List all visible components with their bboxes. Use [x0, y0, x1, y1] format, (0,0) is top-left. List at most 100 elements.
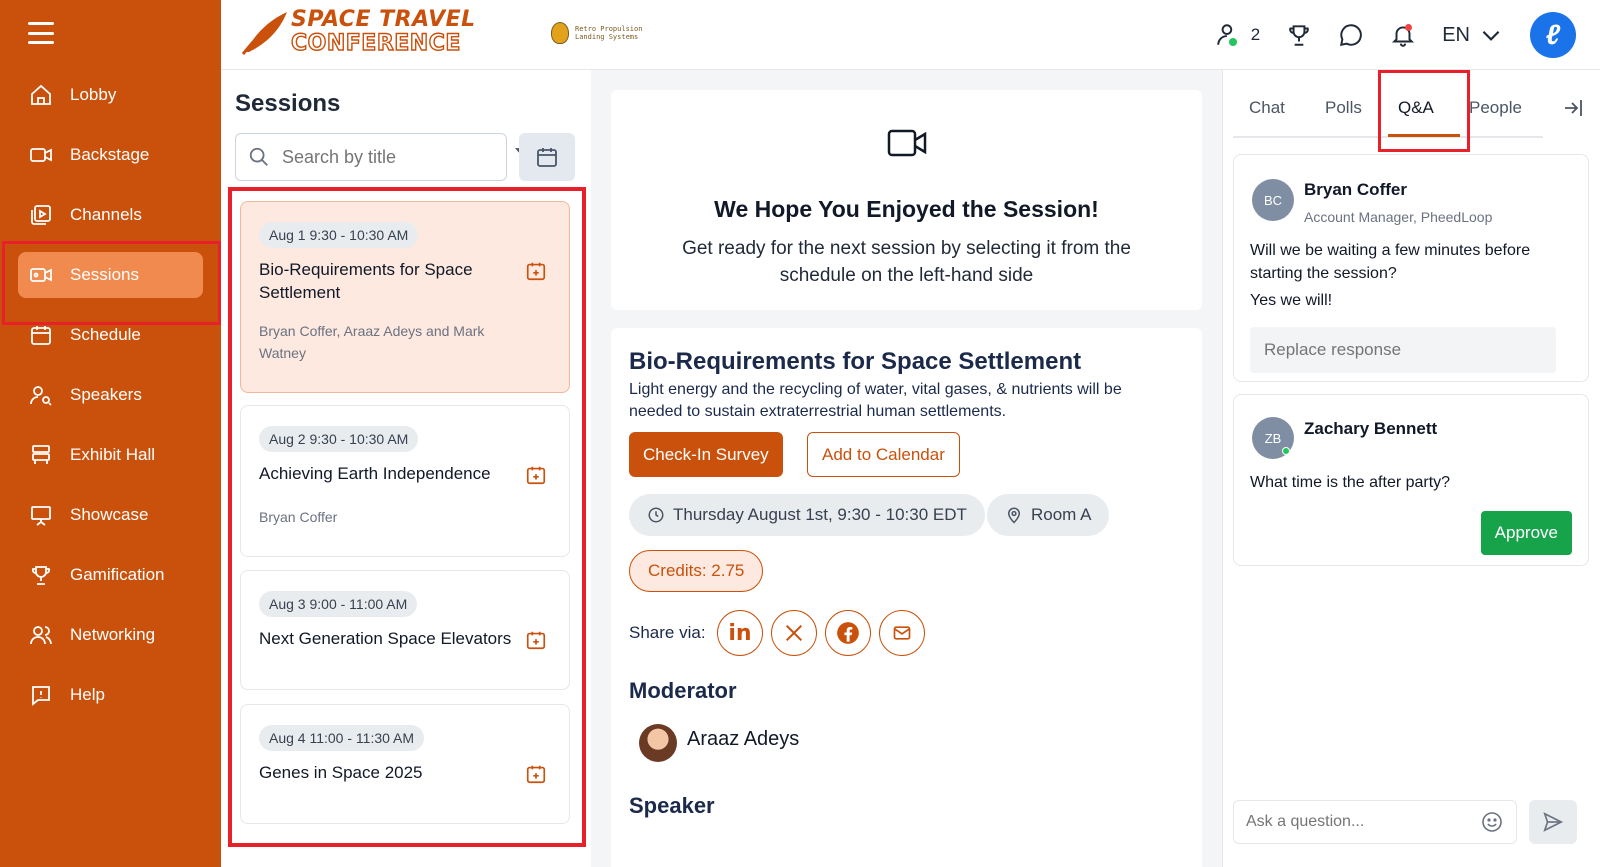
send-icon: [1543, 812, 1564, 832]
linkedin-icon: in: [728, 620, 752, 646]
session-card[interactable]: Aug 3 9:00 - 11:00 AM Next Generation Sp…: [240, 570, 570, 690]
add-to-calendar-icon[interactable]: [525, 629, 547, 651]
moderator-heading: Moderator: [629, 678, 737, 703]
enjoy-text: Get ready for the next session by select…: [682, 238, 1131, 286]
ask-question-field[interactable]: [1233, 800, 1517, 844]
speaker-person-icon: [28, 382, 54, 408]
add-to-calendar-icon[interactable]: [525, 464, 547, 486]
facebook-share-button[interactable]: [825, 610, 871, 656]
qa-highlight-frame: [1378, 70, 1470, 152]
tab-people[interactable]: People: [1469, 98, 1522, 118]
linkedin-share-button[interactable]: in: [717, 610, 763, 656]
x-icon: [785, 624, 803, 642]
session-time-pill: Thursday August 1st, 9:30 - 10:30 EDT: [629, 494, 985, 536]
check-in-survey-button[interactable]: Check-In Survey: [629, 432, 783, 477]
online-users-button[interactable]: 2: [1215, 22, 1260, 48]
sidebar-item-label: Schedule: [70, 325, 141, 344]
session-date-badge: Aug 1 9:30 - 10:30 AM: [259, 222, 419, 248]
sidebar-item-backstage[interactable]: Backstage: [18, 132, 203, 178]
sidebar-item-exhibit-hall[interactable]: Exhibit Hall: [18, 432, 203, 478]
help-icon: [28, 682, 54, 708]
person-icon: [1215, 22, 1241, 48]
chat-bubble-icon: [1338, 22, 1364, 48]
sidebar-item-label: Gamification: [70, 565, 165, 584]
messages-button[interactable]: [1338, 22, 1364, 48]
language-selector[interactable]: EN: [1442, 22, 1504, 48]
notifications-button[interactable]: [1390, 22, 1416, 48]
sidebar-item-gamification[interactable]: Gamification: [18, 552, 203, 598]
question-card: BC Bryan Coffer Account Manager, PheedLo…: [1233, 154, 1589, 382]
approve-button[interactable]: Approve: [1480, 511, 1572, 555]
search-icon: [248, 146, 270, 168]
sidebar-item-lobby[interactable]: Lobby: [18, 72, 203, 118]
session-card[interactable]: Aug 4 11:00 - 11:30 AM Genes in Space 20…: [240, 704, 570, 824]
tab-polls[interactable]: Polls: [1325, 98, 1362, 118]
calendar-view-button[interactable]: [519, 133, 575, 181]
tab-chat[interactable]: Chat: [1249, 98, 1285, 118]
engagement-panel: Chat Polls Q&A People BC Bryan Coffer Ac…: [1222, 70, 1600, 867]
sidebar-item-speakers[interactable]: Speakers: [18, 372, 203, 418]
video-camera-icon: [28, 262, 54, 288]
moderator-avatar[interactable]: [639, 724, 677, 762]
sponsor-logo[interactable]: Retro Propulsion Landing Systems: [551, 22, 642, 44]
question-text: Will we be waiting a few minutes before …: [1250, 242, 1531, 282]
session-title: Genes in Space 2025: [259, 763, 423, 782]
session-title: Next Generation Space Elevators: [259, 629, 512, 648]
session-speakers: Bryan Coffer: [259, 509, 338, 525]
sessions-title: Sessions: [235, 90, 341, 117]
menu-icon[interactable]: [28, 22, 54, 44]
calendar-icon: [28, 322, 54, 348]
play-stack-icon: [28, 202, 54, 228]
x-share-button[interactable]: [771, 610, 817, 656]
calendar-icon: [535, 145, 559, 169]
ask-question-input[interactable]: [1246, 813, 1480, 831]
sidebar-item-label: Backstage: [70, 145, 150, 164]
language-label: EN: [1442, 23, 1470, 46]
session-title: Achieving Earth Independence: [259, 464, 491, 483]
sidebar-item-label: Help: [70, 685, 105, 704]
session-card[interactable]: Aug 1 9:30 - 10:30 AM Bio-Requirements f…: [240, 201, 570, 393]
sidebar-item-label: Channels: [70, 205, 142, 224]
online-dot: [1228, 38, 1237, 46]
session-speakers: Bryan Coffer, Araaz Adeys and Mark Watne…: [259, 323, 485, 361]
bell-icon: [1390, 22, 1416, 48]
moderator-name[interactable]: Araaz Adeys: [687, 728, 799, 751]
sidebar-item-showcase[interactable]: Showcase: [18, 492, 203, 538]
add-to-calendar-icon[interactable]: [525, 260, 547, 282]
session-ended-card: We Hope You Enjoyed the Session! Get rea…: [611, 90, 1202, 310]
trophy-icon: [1286, 22, 1312, 48]
sidebar-item-channels[interactable]: Channels: [18, 192, 203, 238]
sidebar-item-networking[interactable]: Networking: [18, 612, 203, 658]
email-share-button[interactable]: [879, 610, 925, 656]
envelope-icon: [893, 626, 911, 640]
sidebar-item-label: Showcase: [70, 505, 149, 524]
emoji-icon[interactable]: [1480, 810, 1504, 834]
home-icon: [28, 82, 54, 108]
location-pin-icon: [1007, 507, 1021, 524]
panel-tabs: Chat Polls Q&A People: [1233, 70, 1543, 152]
collapse-panel-icon[interactable]: [1561, 96, 1585, 120]
session-description: Light energy and the recycling of water,…: [629, 381, 1122, 420]
add-to-calendar-button[interactable]: Add to Calendar: [807, 432, 960, 477]
replace-response-input[interactable]: [1250, 327, 1556, 373]
send-button[interactable]: [1529, 800, 1577, 844]
user-avatar[interactable]: ℓ: [1530, 12, 1576, 58]
sidebar-item-schedule[interactable]: Schedule: [18, 312, 203, 358]
search-input[interactable]: [282, 146, 514, 168]
conference-logo[interactable]: SPACE TRAVEL CONFERENCE: [239, 8, 476, 56]
trophy-button[interactable]: [1286, 22, 1312, 48]
sponsor-line-1: Retro Propulsion: [575, 25, 643, 33]
sidebar-item-sessions[interactable]: Sessions: [18, 252, 203, 298]
session-card[interactable]: Aug 2 9:30 - 10:30 AM Achieving Earth In…: [240, 405, 570, 557]
session-title: Bio-Requirements for Space Settlement: [259, 260, 473, 302]
session-room-pill: Room A: [987, 494, 1110, 536]
speaker-heading: Speaker: [629, 793, 715, 818]
sidebar-item-label: Speakers: [70, 385, 142, 404]
question-author: Zachary Bennett: [1304, 419, 1438, 438]
add-to-calendar-icon[interactable]: [525, 763, 547, 785]
top-header: SPACE TRAVEL CONFERENCE Retro Propulsion…: [221, 0, 1600, 70]
session-search[interactable]: [235, 133, 537, 181]
sidebar-item-label: Networking: [70, 625, 156, 644]
question-text: What time is the after party?: [1250, 474, 1451, 491]
sidebar-item-help[interactable]: Help: [18, 672, 203, 718]
